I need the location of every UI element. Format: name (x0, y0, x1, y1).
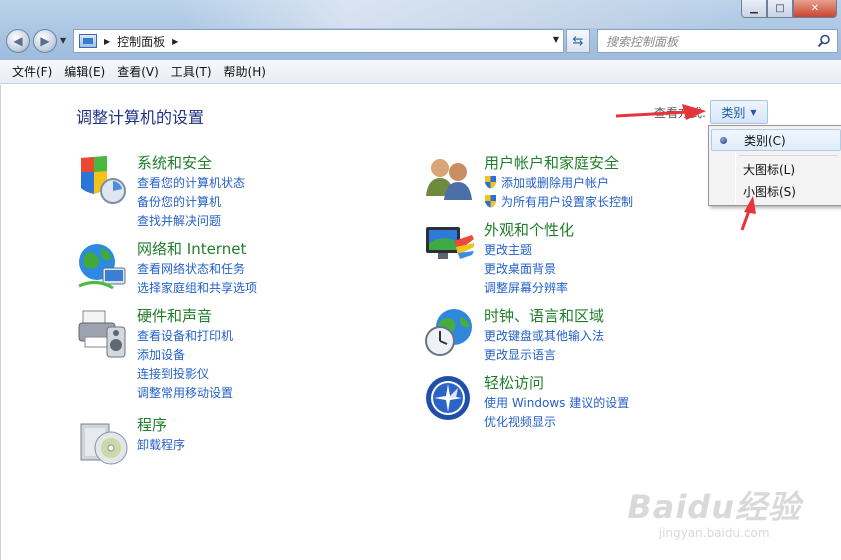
category-title[interactable]: 时钟、语言和区域 (484, 305, 604, 326)
uac-shield-icon (485, 195, 496, 208)
category-title[interactable]: 网络和 Internet (137, 238, 246, 259)
category-title[interactable]: 程序 (137, 414, 167, 435)
appearance-monitor-icon[interactable] (424, 221, 476, 273)
menu-tools[interactable]: 工具(T) (165, 63, 218, 80)
category-title[interactable]: 系统和安全 (137, 152, 212, 173)
link-network-status[interactable]: 查看网络状态和任务 (137, 260, 257, 279)
network-globe-icon[interactable] (77, 240, 129, 292)
recent-pages-chevron-icon[interactable]: ▼ (60, 36, 66, 45)
link-label: 添加或删除用户帐户 (501, 176, 610, 190)
shield-icon[interactable] (77, 154, 129, 206)
breadcrumb-separator-icon[interactable]: ▶ (172, 37, 178, 46)
view-option-small-icons[interactable]: 小图标(S) (711, 180, 841, 202)
link-homegroup-sharing[interactable]: 选择家庭组和共享选项 (137, 279, 257, 298)
refresh-button[interactable]: ⇆ (566, 29, 590, 53)
menu-bar: 文件(F) 编辑(E) 查看(V) 工具(T) 帮助(H) (0, 60, 841, 84)
view-option-category[interactable]: 类别(C) (711, 129, 841, 151)
link-label: 为所有用户设置家长控制 (501, 195, 634, 209)
search-box[interactable]: 搜索控制面板 (597, 29, 838, 53)
control-panel-icon (79, 34, 97, 48)
category-title[interactable]: 用户帐户和家庭安全 (484, 152, 619, 173)
breadcrumb-control-panel[interactable]: 控制面板 (117, 33, 165, 50)
users-icon[interactable] (424, 154, 476, 206)
option-label: 类别(C) (744, 133, 786, 148)
watermark-url: jingyan.baidu.com (658, 526, 770, 540)
address-bar[interactable]: ▶ 控制面板 ▶ ▼ (73, 29, 564, 53)
printer-speaker-icon[interactable] (77, 307, 129, 359)
view-option-large-icons[interactable]: 大图标(L) (711, 158, 841, 180)
view-by-value: 类别 (721, 105, 746, 120)
breadcrumb-separator-icon[interactable]: ▶ (104, 37, 110, 46)
baidu-watermark: Baidu经验 jingyan.baidu.com (627, 482, 801, 540)
link-view-computer-status[interactable]: 查看您的计算机状态 (137, 174, 245, 193)
maximize-button[interactable]: □ (767, 0, 793, 18)
link-display-language[interactable]: 更改显示语言 (484, 346, 604, 365)
close-button[interactable]: ✕ (793, 0, 837, 18)
link-windows-recommended-settings[interactable]: 使用 Windows 建议的设置 (484, 394, 629, 413)
titlebar-glass (180, 0, 740, 28)
link-optimize-video-display[interactable]: 优化视频显示 (484, 413, 629, 432)
link-devices-printers[interactable]: 查看设备和打印机 (137, 327, 233, 346)
view-by-label: 查看方式: (654, 106, 707, 120)
option-label: 大图标(L) (743, 162, 796, 177)
menu-view[interactable]: 查看(V) (111, 63, 165, 80)
category-title[interactable]: 外观和个性化 (484, 219, 574, 240)
window-controls: ▁ □ ✕ (741, 0, 837, 18)
chevron-down-icon: ▼ (750, 107, 757, 117)
watermark-brand: Baidu经验 (627, 488, 801, 526)
option-label: 小图标(S) (743, 184, 796, 199)
category-title[interactable]: 轻松访问 (484, 372, 544, 393)
forward-arrow-icon: ▶ (40, 34, 50, 48)
link-uninstall-program[interactable]: 卸载程序 (137, 436, 185, 455)
control-panel-content: 调整计算机的设置 查看方式: 类别 ▼ 系统和安全 查看您的计算机状态 备份您的… (0, 85, 841, 560)
category-title[interactable]: 硬件和声音 (137, 305, 212, 326)
search-input[interactable]: 搜索控制面板 (606, 33, 678, 50)
address-dropdown-icon[interactable]: ▼ (553, 35, 559, 44)
link-connect-projector[interactable]: 连接到投影仪 (137, 365, 233, 384)
link-desktop-background[interactable]: 更改桌面背景 (484, 260, 568, 279)
link-mobility-settings[interactable]: 调整常用移动设置 (137, 384, 233, 403)
menu-edit[interactable]: 编辑(E) (58, 63, 111, 80)
minimize-button[interactable]: ▁ (741, 0, 767, 18)
back-button[interactable]: ◀ (6, 29, 30, 53)
ease-of-access-icon[interactable] (424, 374, 476, 426)
radio-selected-icon (720, 137, 727, 144)
link-parental-controls[interactable]: 为所有用户设置家长控制 (484, 193, 633, 212)
page-title: 调整计算机的设置 (76, 108, 205, 127)
menu-separator (739, 155, 838, 156)
view-by-dropdown: 类别(C) 大图标(L) 小图标(S) (708, 125, 841, 206)
programs-disc-icon[interactable] (77, 416, 129, 468)
link-troubleshoot[interactable]: 查找并解决问题 (137, 212, 245, 231)
link-change-input-method[interactable]: 更改键盘或其他输入法 (484, 327, 604, 346)
link-change-theme[interactable]: 更改主题 (484, 241, 568, 260)
search-icon[interactable] (817, 34, 831, 48)
forward-button[interactable]: ▶ (33, 29, 57, 53)
link-add-device[interactable]: 添加设备 (137, 346, 233, 365)
clock-globe-icon[interactable] (424, 307, 476, 359)
link-screen-resolution[interactable]: 调整屏幕分辨率 (484, 279, 568, 298)
back-arrow-icon: ◀ (13, 34, 23, 48)
link-add-remove-accounts[interactable]: 添加或删除用户帐户 (484, 174, 633, 193)
menu-help[interactable]: 帮助(H) (218, 63, 272, 80)
view-by-button[interactable]: 类别 ▼ (710, 100, 768, 124)
uac-shield-icon (485, 176, 496, 189)
link-backup-computer[interactable]: 备份您的计算机 (137, 193, 245, 212)
menu-file[interactable]: 文件(F) (6, 63, 58, 80)
window-titlebar: ▁ □ ✕ ◀ ▶ ▼ ▶ 控制面板 ▶ ▼ ⇆ 搜索控制面板 (0, 0, 841, 60)
refresh-icon: ⇆ (572, 33, 584, 49)
